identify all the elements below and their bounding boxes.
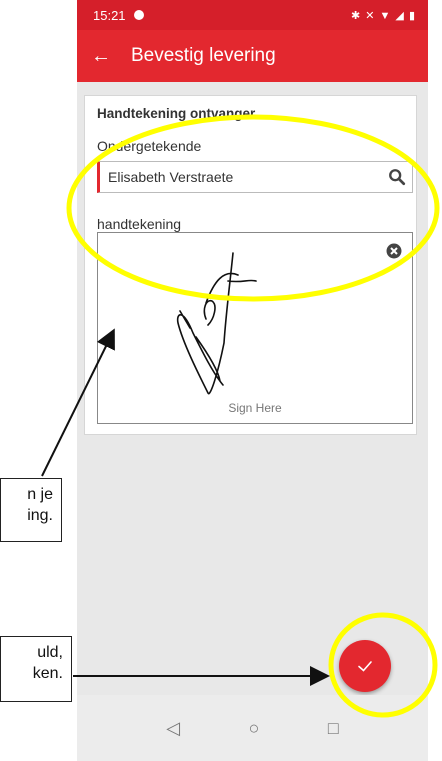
- spotify-icon: [133, 10, 144, 20]
- callout-line: n je: [27, 486, 53, 503]
- signature-drawing: [176, 252, 257, 395]
- search-icon[interactable]: [388, 168, 406, 186]
- confirm-button[interactable]: [339, 640, 391, 692]
- status-icons: ✱ ✕ ▼ ◢ ▮: [350, 9, 416, 22]
- status-bar: 15:21 ✱ ✕ ▼ ◢ ▮: [77, 0, 428, 30]
- signer-value: Elisabeth Verstraete: [108, 169, 234, 185]
- back-arrow-icon[interactable]: ←: [91, 45, 121, 68]
- check-icon: [358, 661, 372, 672]
- nav-home-icon[interactable]: ○: [249, 718, 260, 739]
- callout-line: ing.: [27, 506, 53, 524]
- signature-label: handtekening: [97, 216, 182, 232]
- clear-signature-icon[interactable]: [386, 243, 402, 259]
- sign-here-hint: Sign Here: [228, 401, 282, 415]
- page-title: Bevestig levering: [131, 45, 276, 66]
- section-title: Handtekening ontvanger: [97, 106, 256, 121]
- callout-box-signature: n je ing.: [0, 478, 62, 542]
- status-time: 15:21: [93, 7, 126, 23]
- nav-back-icon[interactable]: ◁: [166, 718, 180, 739]
- callout-line: ken.: [32, 664, 63, 682]
- callout-line: uld,: [37, 644, 63, 661]
- signer-label: Ondergetekende: [97, 138, 202, 154]
- signature-pad[interactable]: Sign Here: [97, 232, 413, 424]
- app-bar: ← Bevestig levering: [77, 30, 428, 82]
- phone-screen: 15:21 ✱ ✕ ▼ ◢ ▮ ← Bevestig levering Hand…: [77, 0, 428, 761]
- nav-recents-icon[interactable]: □: [328, 718, 339, 739]
- signer-input[interactable]: Elisabeth Verstraete: [97, 161, 413, 193]
- signature-card: Handtekening ontvanger Ondergetekende El…: [84, 95, 417, 435]
- callout-box-confirm: uld, ken.: [0, 636, 72, 702]
- system-nav-bar: ◁ ○ □: [77, 695, 428, 761]
